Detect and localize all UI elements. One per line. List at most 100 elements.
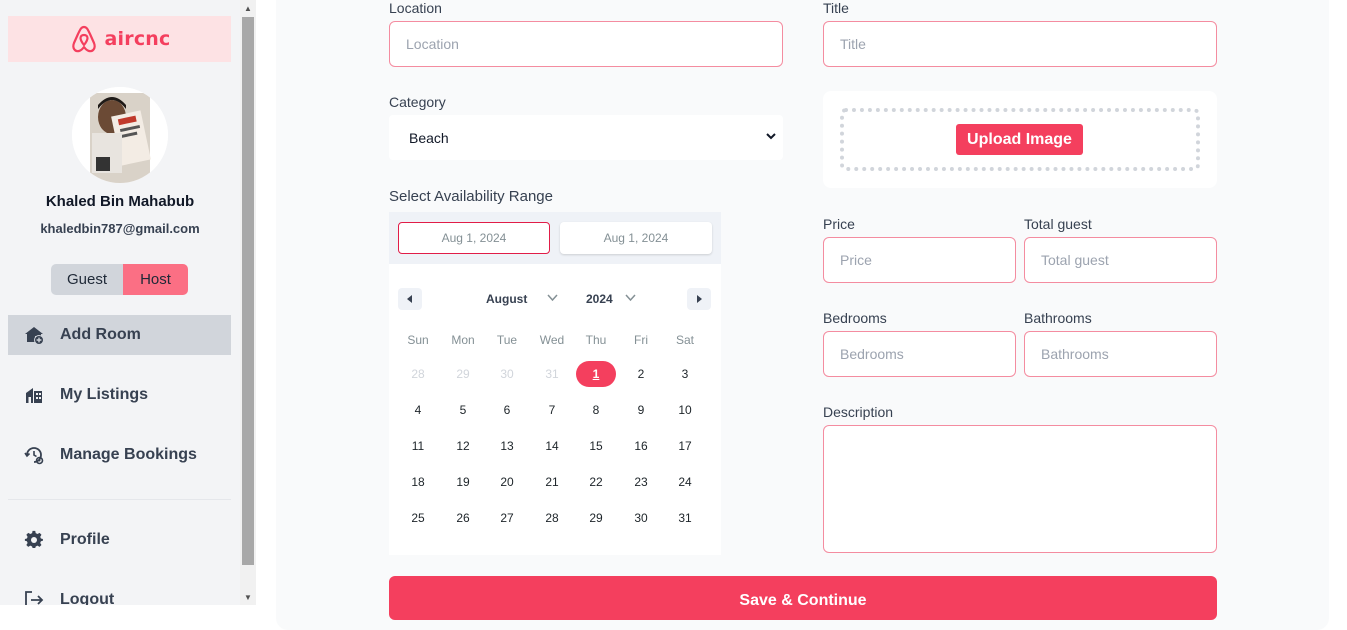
upload-image-button[interactable]: Upload Image — [956, 124, 1083, 155]
host-toggle-button[interactable]: Host — [123, 264, 188, 295]
prev-month-button[interactable] — [398, 288, 422, 310]
weekday-header: Tue — [496, 333, 518, 347]
bedrooms-input[interactable]: Bedrooms — [823, 331, 1016, 377]
calendar-day[interactable]: 12 — [443, 433, 483, 459]
end-date-field[interactable]: Aug 1, 2024 — [560, 222, 712, 254]
bathrooms-input[interactable]: Bathrooms — [1024, 331, 1217, 377]
calendar-day[interactable]: 31 — [665, 505, 705, 531]
nav-label-manage-bookings: Manage Bookings — [60, 446, 197, 463]
weekday-header: Sat — [675, 333, 694, 347]
house-add-icon — [25, 327, 44, 345]
calendar-day[interactable]: 14 — [532, 433, 572, 459]
calendar-day[interactable]: 15 — [576, 433, 616, 459]
logo[interactable]: aircnc — [8, 16, 231, 62]
scroll-thumb[interactable] — [242, 17, 254, 565]
calendar-day[interactable]: 25 — [398, 505, 438, 531]
month-select[interactable]: August — [486, 292, 527, 306]
brand-name: aircnc — [104, 28, 171, 50]
bedrooms-label: Bedrooms — [823, 310, 887, 326]
total-guest-input[interactable]: Total guest — [1024, 237, 1217, 283]
scroll-up-arrow-icon[interactable]: ▲ — [240, 0, 256, 16]
calendar-day[interactable]: 10 — [665, 397, 705, 423]
calendar-day[interactable]: 30 — [487, 361, 527, 387]
calendar-day[interactable]: 18 — [398, 469, 438, 495]
caret-right-icon — [697, 295, 702, 303]
gear-icon — [24, 530, 43, 548]
calendar-day[interactable]: 9 — [621, 397, 661, 423]
calendar-day[interactable]: 29 — [443, 361, 483, 387]
nav-label-add-room: Add Room — [60, 326, 141, 343]
scroll-down-arrow-icon[interactable]: ▼ — [240, 589, 256, 605]
calendar-day[interactable]: 11 — [398, 433, 438, 459]
calendar-header: Aug 1, 2024 Aug 1, 2024 — [389, 212, 721, 264]
description-textarea[interactable] — [823, 425, 1217, 553]
weekday-header: Sun — [407, 333, 429, 347]
total-guest-label: Total guest — [1024, 216, 1092, 232]
chevron-down-icon — [625, 294, 636, 302]
calendar-day[interactable]: 16 — [621, 433, 661, 459]
description-label: Description — [823, 404, 894, 420]
calendar-day[interactable]: 3 — [665, 361, 705, 387]
calendar-day[interactable]: 2 — [621, 361, 661, 387]
nav-label-logout: Logout — [60, 591, 115, 605]
availability-range-title: Select Availability Range — [389, 188, 553, 205]
calendar-day[interactable]: 5 — [443, 397, 483, 423]
role-toggle: Guest Host — [51, 264, 188, 295]
nav-item-my-listings[interactable]: My Listings — [8, 375, 231, 415]
title-label: Title — [823, 0, 849, 16]
chevron-down-icon — [766, 133, 776, 140]
avatar — [72, 87, 168, 183]
weekday-header: Wed — [539, 333, 565, 347]
guest-toggle-button[interactable]: Guest — [51, 264, 123, 295]
calendar-day[interactable]: 8 — [576, 397, 616, 423]
calendar-day[interactable]: 28 — [398, 361, 438, 387]
calendar-day[interactable]: 22 — [576, 469, 616, 495]
user-email: khaledbin787@gmail.com — [40, 221, 200, 236]
calendar-day[interactable]: 1 — [576, 361, 616, 387]
nav-item-profile[interactable]: Profile — [8, 520, 231, 560]
calendar-day[interactable]: 27 — [487, 505, 527, 531]
weekday-header: Mon — [451, 333, 475, 347]
calendar-day[interactable]: 26 — [443, 505, 483, 531]
save-continue-button[interactable]: Save & Continue — [389, 576, 1217, 620]
chevron-down-icon — [547, 294, 558, 302]
location-input[interactable]: Location — [389, 21, 783, 67]
calendar-day[interactable]: 20 — [487, 469, 527, 495]
next-month-button[interactable] — [687, 288, 711, 310]
airbnb-logo-icon — [71, 25, 96, 53]
location-label: Location — [389, 0, 442, 16]
nav-item-logout[interactable]: Logout — [8, 580, 231, 605]
category-select-value: Beach — [409, 129, 449, 146]
sidebar-divider — [8, 499, 231, 500]
logout-icon — [25, 591, 44, 605]
calendar-day[interactable]: 19 — [443, 469, 483, 495]
start-date-field[interactable]: Aug 1, 2024 — [398, 222, 550, 254]
nav-item-add-room[interactable]: Add Room — [8, 315, 231, 355]
nav-label-profile: Profile — [60, 531, 110, 548]
nav-label-my-listings: My Listings — [60, 386, 149, 403]
calendar-day[interactable]: 6 — [487, 397, 527, 423]
title-input[interactable]: Title — [823, 21, 1217, 67]
calendar-day[interactable]: 30 — [621, 505, 661, 531]
calendar-day[interactable]: 21 — [532, 469, 572, 495]
sidebar: aircnc Khaled Bin Mahabub khaledbin787@g… — [0, 0, 240, 605]
calendar-day[interactable]: 29 — [576, 505, 616, 531]
history-settings-icon — [24, 447, 44, 465]
weekday-header: Fri — [634, 333, 648, 347]
year-select[interactable]: 2024 — [586, 292, 613, 306]
price-label: Price — [823, 216, 855, 232]
calendar-day[interactable]: 17 — [665, 433, 705, 459]
category-select[interactable]: Beach — [389, 115, 783, 160]
user-name: Khaled Bin Mahabub — [45, 193, 195, 210]
price-input[interactable]: Price — [823, 237, 1016, 283]
calendar-day[interactable]: 31 — [532, 361, 572, 387]
weekday-header: Thu — [585, 333, 607, 347]
calendar-day[interactable]: 28 — [532, 505, 572, 531]
nav-item-manage-bookings[interactable]: Manage Bookings — [8, 435, 231, 475]
calendar-day[interactable]: 7 — [532, 397, 572, 423]
calendar-day[interactable]: 24 — [665, 469, 705, 495]
sidebar-scrollbar[interactable]: ▲ ▼ — [240, 0, 256, 605]
calendar-day[interactable]: 13 — [487, 433, 527, 459]
calendar-day[interactable]: 23 — [621, 469, 661, 495]
calendar-day[interactable]: 4 — [398, 397, 438, 423]
